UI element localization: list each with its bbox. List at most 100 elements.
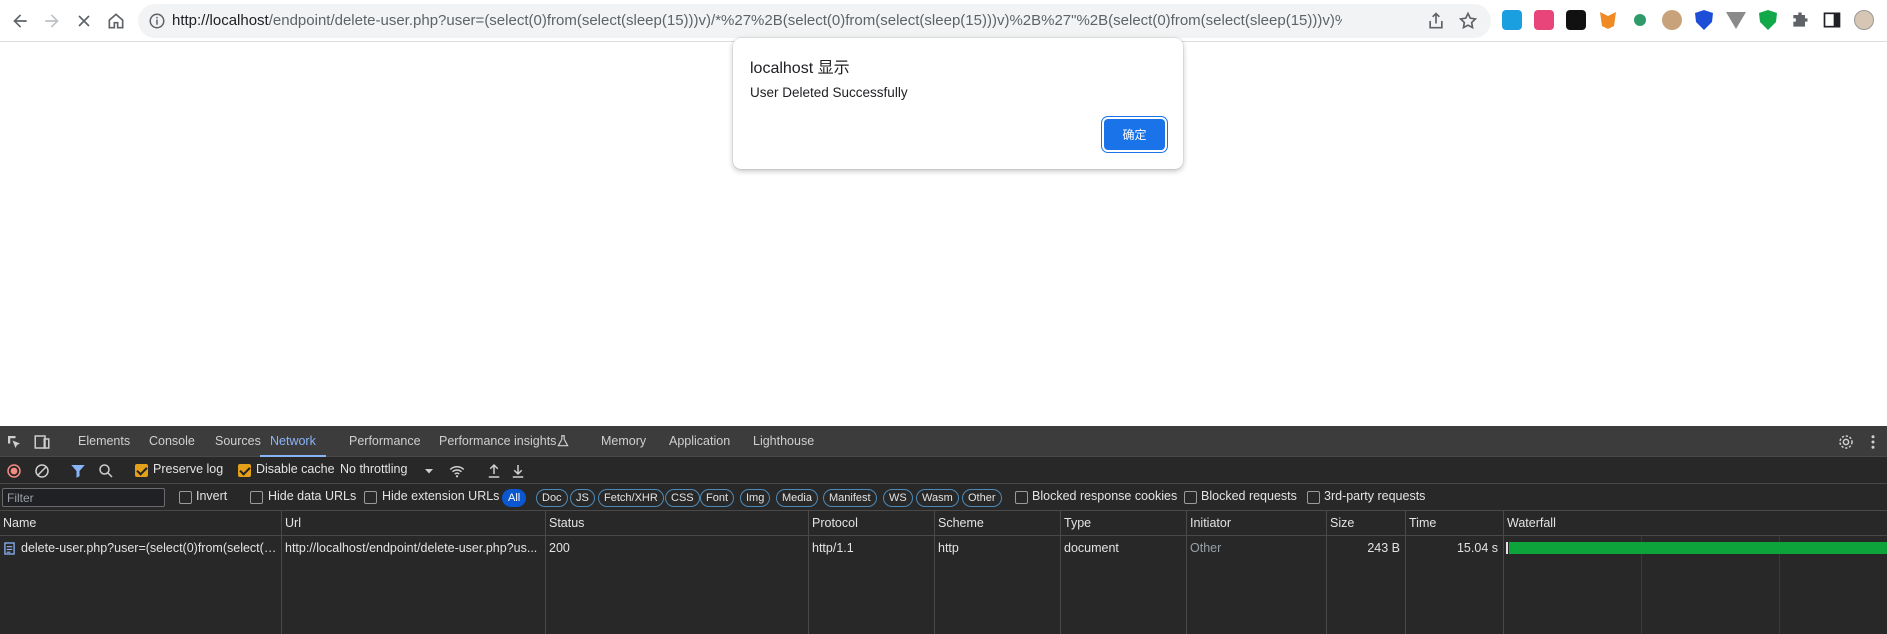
forward-button[interactable] (37, 6, 67, 36)
tab-performance-insights[interactable]: Performance insights (439, 426, 556, 457)
extension-icon-3[interactable] (1566, 10, 1586, 30)
tab-application[interactable]: Application (669, 426, 730, 457)
row-protocol: http/1.1 (812, 541, 854, 555)
column-divider (1060, 536, 1061, 634)
type-filter-font[interactable]: Font (700, 489, 735, 507)
type-filter-fetch-xhr[interactable]: Fetch/XHR (598, 489, 664, 507)
puzzle-icon[interactable] (1790, 10, 1810, 30)
side-panel-icon[interactable] (1822, 10, 1842, 30)
column-time[interactable]: Time (1405, 511, 1503, 536)
upload-icon[interactable] (485, 462, 503, 480)
network-conditions-icon[interactable] (448, 462, 466, 480)
type-filter-media[interactable]: Media (776, 489, 818, 507)
fox-icon[interactable] (1600, 12, 1616, 29)
extension-icon-6[interactable] (1662, 10, 1682, 30)
column-url[interactable]: Url (281, 511, 545, 536)
preserve-log-label: Preserve log (153, 462, 224, 476)
extension-icon-5[interactable] (1634, 14, 1646, 26)
tab-lighthouse[interactable]: Lighthouse (753, 426, 814, 457)
avatar[interactable] (1854, 10, 1874, 30)
record-icon[interactable] (5, 462, 23, 480)
type-filter-all[interactable]: All (502, 489, 527, 507)
tab-elements[interactable]: Elements (78, 426, 130, 457)
type-filter-img[interactable]: Img (740, 489, 771, 507)
shield-icon[interactable] (1695, 10, 1713, 30)
column-waterfall[interactable]: Waterfall (1503, 511, 1887, 536)
third-party-requests-checkbox[interactable] (1307, 491, 1320, 504)
tab-performance[interactable]: Performance (349, 426, 421, 457)
stop-loading-button[interactable] (69, 6, 99, 36)
column-type[interactable]: Type (1060, 511, 1186, 536)
more-vertical-icon[interactable] (1864, 433, 1882, 451)
address-bar[interactable]: http://localhost/endpoint/delete-user.ph… (138, 4, 1491, 38)
type-filter-wasm[interactable]: Wasm (916, 489, 959, 507)
home-button[interactable] (101, 6, 131, 36)
preserve-log-checkbox[interactable] (135, 464, 148, 477)
chevron-down-icon[interactable] (423, 462, 435, 480)
dialog-title: localhost 显示 (750, 60, 850, 77)
alert-dialog: localhost 显示 User Deleted Successfully 确… (733, 38, 1183, 169)
green-shield-icon[interactable] (1759, 10, 1777, 30)
column-size[interactable]: Size (1326, 511, 1405, 536)
row-time: 15.04 s (1456, 541, 1498, 555)
gear-icon[interactable] (1837, 433, 1855, 451)
download-icon[interactable] (509, 462, 527, 480)
third-party-requests-label: 3rd-party requests (1324, 489, 1426, 503)
waterfall-bar[interactable] (1509, 542, 1887, 554)
extension-icon-translate[interactable] (1534, 10, 1554, 30)
blocked-requests-label: Blocked requests (1201, 489, 1297, 503)
type-filter-js[interactable]: JS (570, 489, 595, 507)
type-filter-ws[interactable]: WS (883, 489, 913, 507)
url-text[interactable]: http://localhost/endpoint/delete-user.ph… (172, 4, 1342, 38)
row-scheme: http (938, 541, 959, 555)
filter-input[interactable] (2, 488, 165, 507)
arrow-right-icon (45, 14, 59, 28)
waterfall-start-marker (1506, 542, 1508, 554)
disable-cache-checkbox[interactable] (238, 464, 251, 477)
column-scheme[interactable]: Scheme (934, 511, 1060, 536)
back-button[interactable] (5, 6, 35, 36)
column-status[interactable]: Status (545, 511, 808, 536)
type-filter-manifest[interactable]: Manifest (823, 489, 877, 507)
info-icon[interactable] (148, 12, 166, 30)
tab-console[interactable]: Console (149, 426, 195, 457)
search-icon[interactable] (97, 462, 115, 480)
document-icon (4, 542, 15, 555)
column-divider (808, 536, 809, 634)
hide-extension-urls-label: Hide extension URLs (382, 489, 500, 503)
type-filter-css[interactable]: CSS (665, 489, 700, 507)
filter-icon[interactable] (69, 462, 87, 480)
share-icon[interactable] (1426, 11, 1446, 31)
device-toolbar-icon[interactable] (33, 433, 51, 451)
blocked-requests-checkbox[interactable] (1184, 491, 1197, 504)
row-size: 243 B (1367, 541, 1400, 555)
inspect-element-icon[interactable] (5, 433, 23, 451)
column-initiator[interactable]: Initiator (1186, 511, 1326, 536)
blocked-response-cookies-checkbox[interactable] (1015, 491, 1028, 504)
star-icon[interactable] (1458, 11, 1478, 31)
extension-icon-1[interactable] (1502, 10, 1522, 30)
type-filter-doc[interactable]: Doc (536, 489, 568, 507)
throttling-select[interactable]: No throttling (340, 462, 407, 476)
tab-sources[interactable]: Sources (215, 426, 261, 457)
vue-devtools-icon[interactable] (1726, 12, 1746, 29)
hide-data-urls-label: Hide data URLs (268, 489, 357, 503)
row-url: http://localhost/endpoint/delete-user.ph… (285, 541, 538, 555)
devtools-tab-bar: Elements Console Sources Network Perform… (0, 426, 1887, 457)
tab-network[interactable]: Network (260, 426, 326, 457)
column-protocol[interactable]: Protocol (808, 511, 934, 536)
hide-data-urls-checkbox[interactable] (250, 491, 263, 504)
type-filter-other[interactable]: Other (962, 489, 1002, 507)
ok-button[interactable]: 确定 (1104, 119, 1165, 150)
row-status: 200 (549, 541, 570, 555)
column-divider (1503, 536, 1504, 634)
invert-checkbox[interactable] (179, 491, 192, 504)
row-name[interactable]: delete-user.php?user=(select(0)from(sele… (18, 536, 280, 560)
column-divider (934, 536, 935, 634)
browser-toolbar: http://localhost/endpoint/delete-user.ph… (0, 0, 1887, 42)
tab-memory[interactable]: Memory (601, 426, 646, 457)
hide-extension-urls-checkbox[interactable] (364, 491, 377, 504)
row-initiator[interactable]: Other (1187, 536, 1325, 560)
clear-icon[interactable] (33, 462, 51, 480)
column-name[interactable]: Name (0, 511, 281, 536)
